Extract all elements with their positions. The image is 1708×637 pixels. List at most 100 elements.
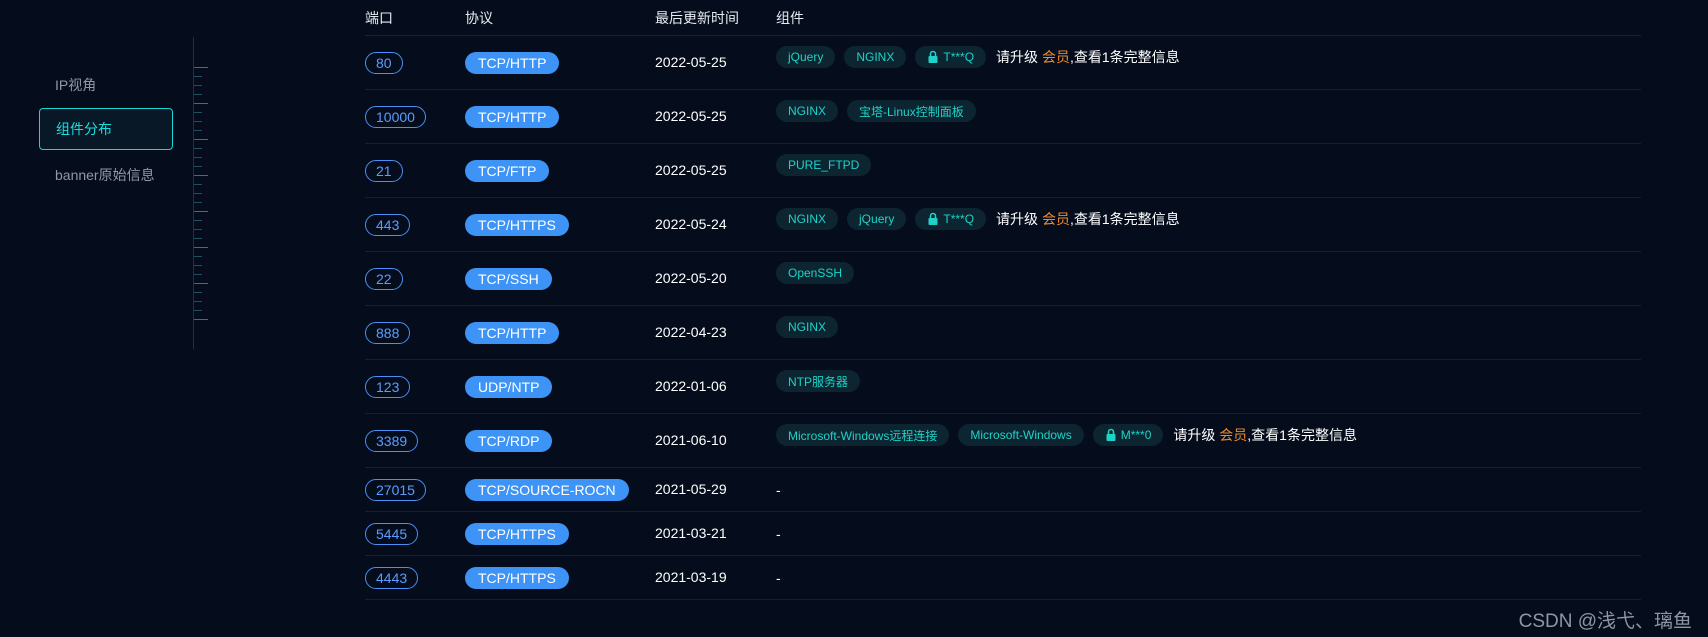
nav-tick bbox=[194, 265, 202, 266]
update-date: 2022-05-25 bbox=[655, 161, 727, 178]
table-row: 888 TCP/HTTP 2022-04-23 NGINX bbox=[365, 306, 1641, 360]
protocol-badge: TCP/RDP bbox=[465, 429, 553, 452]
header-components: 组件 bbox=[776, 9, 804, 26]
locked-component-tag[interactable]: T***Q bbox=[915, 208, 987, 230]
locked-component-label: M***0 bbox=[1120, 428, 1152, 442]
update-date: 2021-06-10 bbox=[655, 431, 727, 448]
table-row: 22 TCP/SSH 2022-05-20 OpenSSH bbox=[365, 252, 1641, 306]
table-row: 123 UDP/NTP 2022-01-06 NTP服务器 bbox=[365, 360, 1641, 414]
nav-item-component-distribution[interactable]: 组件分布 bbox=[39, 108, 173, 150]
table-row: 5445 TCP/HTTPS 2021-03-21 - bbox=[365, 512, 1641, 556]
port-badge[interactable]: 5445 bbox=[365, 522, 419, 545]
header-protocol: 协议 bbox=[465, 9, 493, 26]
table-row: 10000 TCP/HTTP 2022-05-25 NGINX 宝塔-Linux控制面板 bbox=[365, 90, 1641, 144]
locked-component-label: T***Q bbox=[943, 212, 975, 226]
port-badge[interactable]: 123 bbox=[365, 375, 411, 398]
member-link[interactable]: 会员 bbox=[1042, 211, 1070, 227]
nav-tick bbox=[194, 121, 202, 122]
locked-component-tag[interactable]: T***Q bbox=[915, 46, 987, 68]
update-date: 2021-03-19 bbox=[655, 568, 727, 585]
nav-tick bbox=[194, 76, 202, 77]
component-cell: - bbox=[776, 570, 1641, 586]
update-date: 2022-05-25 bbox=[655, 53, 727, 70]
component-tag[interactable]: jQuery bbox=[847, 208, 907, 230]
protocol-badge: UDP/NTP bbox=[465, 375, 553, 398]
protocol-badge: TCP/HTTP bbox=[465, 321, 560, 344]
component-tag[interactable]: NGINX bbox=[776, 100, 839, 122]
nav-item-banner-raw[interactable]: banner原始信息 bbox=[39, 154, 173, 196]
component-cell: NTP服务器 bbox=[776, 370, 1641, 392]
component-cell: - bbox=[776, 526, 1641, 542]
member-link[interactable]: 会员 bbox=[1042, 49, 1070, 65]
component-tag[interactable]: OpenSSH bbox=[776, 262, 855, 284]
port-badge[interactable]: 27015 bbox=[365, 478, 426, 501]
nav-tick bbox=[194, 211, 208, 212]
update-date: 2021-05-29 bbox=[655, 480, 727, 497]
update-date: 2021-03-21 bbox=[655, 524, 727, 541]
component-tag[interactable]: NGINX bbox=[776, 208, 839, 230]
port-badge[interactable]: 4443 bbox=[365, 566, 419, 589]
nav-tick bbox=[194, 193, 202, 194]
watermark: CSDN @浅弋、璃鱼 bbox=[1518, 611, 1692, 632]
locked-component-tag[interactable]: M***0 bbox=[1092, 424, 1164, 446]
nav-tick bbox=[194, 247, 208, 248]
port-badge[interactable]: 22 bbox=[365, 267, 403, 290]
component-cell: - bbox=[776, 482, 1641, 498]
nav-tick bbox=[194, 112, 202, 113]
component-tag[interactable]: PURE_FTPD bbox=[776, 154, 872, 176]
nav-tick bbox=[194, 94, 202, 95]
nav-item-label: IP视角 bbox=[55, 77, 97, 93]
protocol-badge: TCP/FTP bbox=[465, 159, 550, 182]
nav-tick bbox=[194, 283, 208, 284]
table-row: 80 TCP/HTTP 2022-05-25 jQuery NGINX T***Q 请升级 … bbox=[365, 36, 1641, 90]
empty-components: - bbox=[776, 481, 781, 498]
port-badge[interactable]: 10000 bbox=[365, 105, 426, 128]
nav-tick bbox=[194, 292, 202, 293]
nav-tick bbox=[194, 166, 202, 167]
lock-icon bbox=[928, 212, 938, 225]
port-badge[interactable]: 80 bbox=[365, 51, 403, 74]
protocol-badge: TCP/HTTPS bbox=[465, 566, 569, 589]
port-badge[interactable]: 888 bbox=[365, 321, 411, 344]
protocol-badge: TCP/SOURCE-ROCN bbox=[465, 478, 629, 501]
upgrade-suffix: ,查看1条完整信息 bbox=[1069, 211, 1180, 227]
nav-tick bbox=[194, 220, 202, 221]
component-tag[interactable]: Microsoft-Windows bbox=[958, 424, 1084, 446]
component-tag[interactable]: NGINX bbox=[776, 316, 839, 338]
protocol-badge: TCP/SSH bbox=[465, 267, 552, 290]
update-date: 2022-05-25 bbox=[655, 107, 727, 124]
lock-icon bbox=[1106, 428, 1116, 441]
component-tag[interactable]: 宝塔-Linux控制面板 bbox=[847, 100, 976, 122]
component-tag[interactable]: NGINX bbox=[844, 46, 907, 68]
nav-tick bbox=[194, 103, 208, 104]
component-tag[interactable]: jQuery bbox=[776, 46, 836, 68]
component-cell: Microsoft-Windows远程连接 Microsoft-Windows M*… bbox=[776, 424, 1641, 446]
upgrade-suffix: ,查看1条完整信息 bbox=[1247, 427, 1357, 443]
update-date: 2022-04-23 bbox=[655, 323, 727, 340]
component-cell: PURE_FTPD bbox=[776, 154, 1641, 176]
protocol-badge: TCP/HTTPS bbox=[465, 213, 569, 236]
port-badge[interactable]: 21 bbox=[365, 159, 403, 182]
port-badge[interactable]: 443 bbox=[365, 213, 411, 236]
nav-tick bbox=[194, 184, 202, 185]
empty-components: - bbox=[776, 569, 781, 586]
nav-item-label: 组件分布 bbox=[56, 121, 112, 137]
upgrade-suffix: ,查看1条完整信息 bbox=[1069, 49, 1180, 65]
update-date: 2022-01-06 bbox=[655, 377, 727, 394]
upgrade-prefix: 请升级 bbox=[996, 211, 1042, 227]
nav-tick bbox=[194, 319, 208, 320]
nav-tick bbox=[194, 130, 202, 131]
upgrade-notice: 请升级 会员,查看1条完整信息 bbox=[1173, 425, 1357, 445]
component-tag[interactable]: NTP服务器 bbox=[776, 370, 861, 392]
member-link[interactable]: 会员 bbox=[1219, 427, 1247, 443]
component-cell: jQuery NGINX T***Q 请升级 会员,查看1条完整信息 bbox=[776, 46, 1641, 68]
nav-tick bbox=[194, 202, 202, 203]
nav-tick bbox=[194, 310, 202, 311]
nav-item-ip-view[interactable]: IP视角 bbox=[39, 64, 173, 106]
port-badge[interactable]: 3389 bbox=[365, 429, 419, 452]
protocol-badge: TCP/HTTPS bbox=[465, 522, 569, 545]
nav-tick bbox=[194, 301, 202, 302]
lock-icon bbox=[928, 50, 938, 63]
nav-tick bbox=[194, 85, 202, 86]
component-tag[interactable]: Microsoft-Windows远程连接 bbox=[776, 424, 950, 446]
